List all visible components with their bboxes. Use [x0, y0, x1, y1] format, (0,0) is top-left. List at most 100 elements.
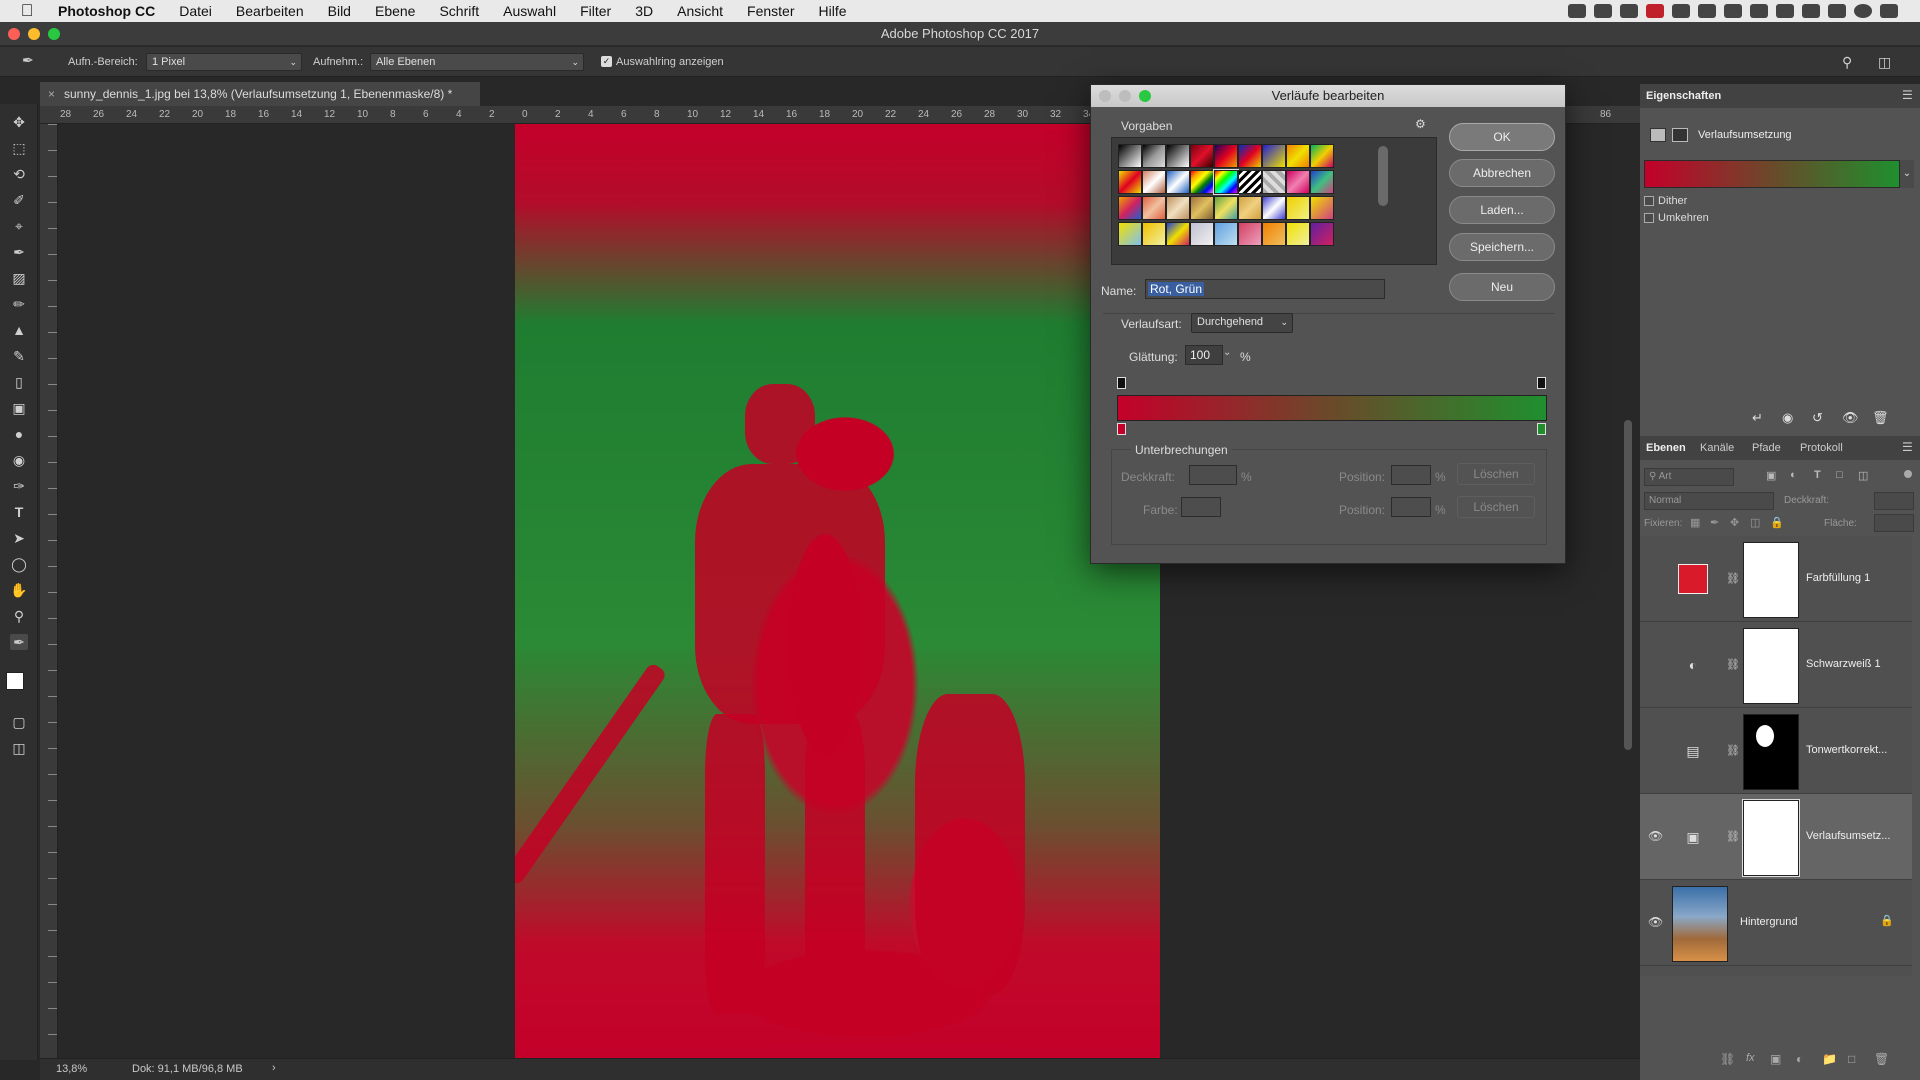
clip-to-layer-icon[interactable]: ↵ — [1752, 410, 1763, 426]
adjustment-filter-icon[interactable]: ◐ — [1790, 469, 1797, 481]
save-button[interactable]: Speichern... — [1449, 233, 1555, 261]
preset-swatch[interactable] — [1286, 170, 1310, 194]
healing-brush-icon[interactable]: ▨ — [10, 270, 28, 286]
preset-swatch[interactable] — [1142, 222, 1166, 246]
opacity-stop-left[interactable] — [1117, 377, 1126, 389]
preset-swatch[interactable] — [1118, 144, 1142, 168]
preset-swatch[interactable] — [1166, 144, 1190, 168]
search-icon[interactable] — [1828, 4, 1846, 18]
lock-transparency-icon[interactable]: ▦ — [1690, 516, 1700, 529]
app-icon[interactable] — [1698, 4, 1716, 18]
path-selection-icon[interactable]: ➤ — [10, 530, 28, 546]
notification-icon[interactable] — [1880, 4, 1898, 18]
document-size[interactable]: Dok: 91,1 MB/96,8 MB — [132, 1063, 243, 1075]
minimize-window-button[interactable] — [28, 28, 40, 40]
visibility-icon[interactable]: 👁 — [1842, 410, 1859, 426]
siri-icon[interactable] — [1854, 4, 1872, 18]
quick-selection-icon[interactable]: ✐ — [10, 192, 28, 208]
preset-swatch[interactable] — [1142, 170, 1166, 194]
lock-all-icon[interactable]: 🔒 — [1770, 516, 1784, 529]
preset-swatch[interactable] — [1262, 222, 1286, 246]
preset-swatch[interactable] — [1118, 170, 1142, 194]
menu-auswahl[interactable]: Auswahl — [491, 0, 568, 22]
filter-toggle-icon[interactable] — [1904, 470, 1912, 478]
trash-icon[interactable]: 🗑 — [1874, 1052, 1889, 1066]
preset-swatch[interactable] — [1142, 144, 1166, 168]
preset-swatch-selected[interactable] — [1213, 169, 1239, 195]
menu-hilfe[interactable]: Hilfe — [807, 0, 859, 22]
new-button[interactable]: Neu — [1449, 273, 1555, 301]
foreground-color-swatch[interactable] — [6, 672, 24, 690]
blur-tool-icon[interactable]: ● — [10, 426, 28, 442]
zoom-window-button[interactable] — [48, 28, 60, 40]
preset-swatch[interactable] — [1238, 144, 1262, 168]
minimize-dialog-button[interactable] — [1119, 90, 1131, 102]
delete-color-stop-button[interactable]: Löschen — [1457, 496, 1535, 518]
lasso-tool-icon[interactable]: ⟲ — [10, 166, 28, 182]
workspace-icon[interactable]: ◫ — [1878, 54, 1891, 71]
color-stop-left[interactable] — [1117, 423, 1126, 435]
link-icon[interactable]: ⛓ — [1726, 658, 1740, 671]
cancel-button[interactable]: Abbrechen — [1449, 159, 1555, 187]
tab-history[interactable]: Protokoll — [1800, 442, 1843, 454]
gradient-preview-bar[interactable] — [1117, 395, 1547, 421]
gradient-map-bar[interactable] — [1644, 160, 1900, 188]
preset-swatch[interactable] — [1166, 196, 1190, 220]
menu-ebene[interactable]: Ebene — [363, 0, 427, 22]
trash-icon[interactable]: 🗑 — [1872, 410, 1889, 426]
hand-tool-icon[interactable]: ✋ — [10, 582, 28, 598]
tab-channels[interactable]: Kanäle — [1700, 442, 1734, 454]
ok-button[interactable]: OK — [1449, 123, 1555, 151]
gradient-tool-icon[interactable]: ▣ — [10, 400, 28, 416]
opacity-stop-right[interactable] — [1537, 377, 1546, 389]
sample-layers-select[interactable]: Alle Ebenen ⌄ — [370, 53, 584, 71]
preset-swatch[interactable] — [1286, 144, 1310, 168]
pen-tool-icon[interactable]: ✑ — [10, 478, 28, 494]
chevron-down-icon[interactable]: ⌄ — [1223, 347, 1231, 358]
color-sampler-icon[interactable]: ✒ — [10, 634, 28, 650]
document-image[interactable] — [515, 124, 1160, 1060]
preset-swatch[interactable] — [1118, 196, 1142, 220]
eyedropper-tool-icon[interactable]: ✒ — [10, 244, 28, 260]
ellipse-tool-icon[interactable]: ◯ — [10, 556, 28, 572]
stamp-tool-icon[interactable]: ▲ — [10, 322, 28, 338]
layer-row[interactable]: ◐ ⛓ Schwarzweiß 1 — [1640, 622, 1912, 708]
zoom-dialog-button[interactable] — [1139, 90, 1151, 102]
type-filter-icon[interactable]: T — [1814, 469, 1821, 481]
chevron-down-icon[interactable]: ⌄ — [1900, 160, 1914, 188]
link-icon[interactable]: ⛓ — [1726, 830, 1740, 843]
preset-swatch[interactable] — [1310, 144, 1334, 168]
dodge-tool-icon[interactable]: ◉ — [10, 452, 28, 468]
preset-swatch[interactable] — [1286, 196, 1310, 220]
layer-opacity-field[interactable] — [1874, 492, 1914, 510]
layer-row[interactable]: ▤ ⛓ Tonwertkorrekt... — [1640, 708, 1912, 794]
new-layer-icon[interactable]: □ — [1848, 1052, 1855, 1066]
preset-swatch[interactable] — [1166, 170, 1190, 194]
opacity-position-field[interactable] — [1391, 465, 1431, 485]
preset-swatch[interactable] — [1190, 144, 1214, 168]
preset-swatch[interactable] — [1214, 196, 1238, 220]
preset-swatch[interactable] — [1238, 222, 1262, 246]
zoom-level[interactable]: 13,8% — [56, 1063, 87, 1075]
lock-image-icon[interactable]: ✒ — [1710, 516, 1719, 529]
background-layer-thumbnail[interactable] — [1672, 886, 1728, 962]
new-adjustment-icon[interactable]: ◐ — [1796, 1052, 1803, 1066]
lock-position-icon[interactable]: ✥ — [1730, 516, 1739, 529]
time-machine-icon[interactable] — [1750, 4, 1768, 18]
filter-kind-select[interactable]: ⚲ Art — [1644, 468, 1734, 486]
menu-schrift[interactable]: Schrift — [427, 0, 491, 22]
menu-3d[interactable]: 3D — [623, 0, 665, 22]
brush-tool-icon[interactable]: ✏ — [10, 296, 28, 312]
app-icon[interactable] — [1672, 4, 1690, 18]
marquee-tool-icon[interactable]: ⬚ — [10, 140, 28, 156]
add-mask-icon[interactable]: ▣ — [1770, 1052, 1781, 1066]
layer-row-selected[interactable]: 👁 ▣ ⛓ Verlaufsumsetz... — [1640, 794, 1912, 880]
preset-swatch[interactable] — [1286, 222, 1310, 246]
preset-swatch[interactable] — [1238, 170, 1262, 194]
chevron-right-icon[interactable]: › — [272, 1062, 276, 1074]
menu-photoshop[interactable]: Photoshop CC — [46, 0, 167, 22]
app-icon[interactable] — [1646, 4, 1664, 18]
preset-swatch[interactable] — [1262, 144, 1286, 168]
close-tab-icon[interactable]: × — [48, 82, 55, 106]
preset-swatch[interactable] — [1238, 196, 1262, 220]
